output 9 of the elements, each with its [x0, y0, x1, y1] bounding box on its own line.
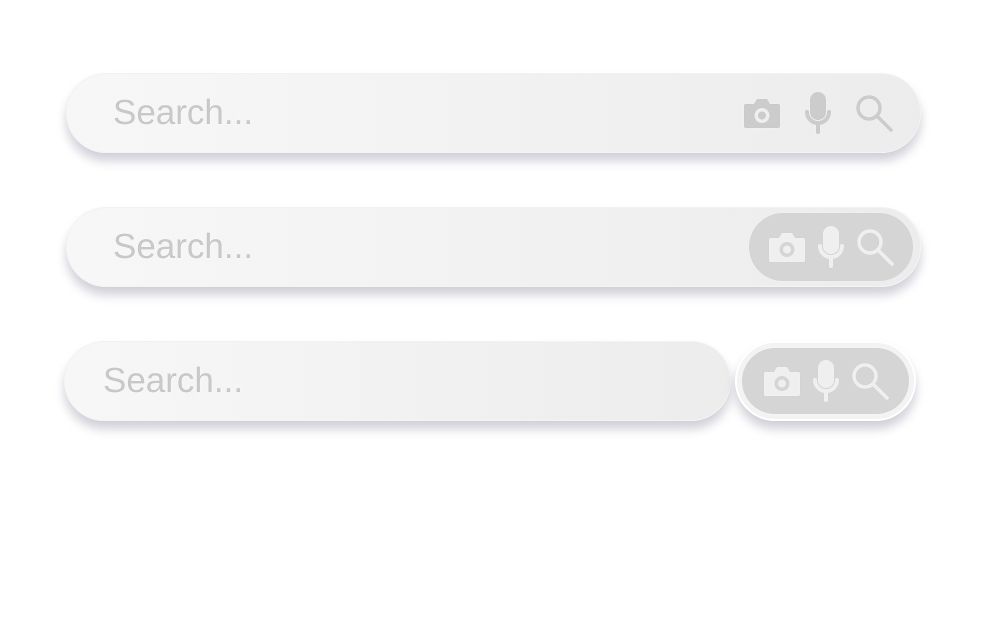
microphone-icon[interactable]: [817, 226, 845, 268]
search-icon[interactable]: [854, 93, 894, 133]
search-icon[interactable]: [855, 227, 895, 267]
camera-icon[interactable]: [742, 96, 782, 130]
microphone-icon[interactable]: [812, 360, 840, 402]
camera-icon[interactable]: [767, 230, 807, 264]
search-icon[interactable]: [850, 361, 890, 401]
microphone-icon[interactable]: [804, 92, 832, 134]
camera-icon[interactable]: [762, 364, 802, 398]
